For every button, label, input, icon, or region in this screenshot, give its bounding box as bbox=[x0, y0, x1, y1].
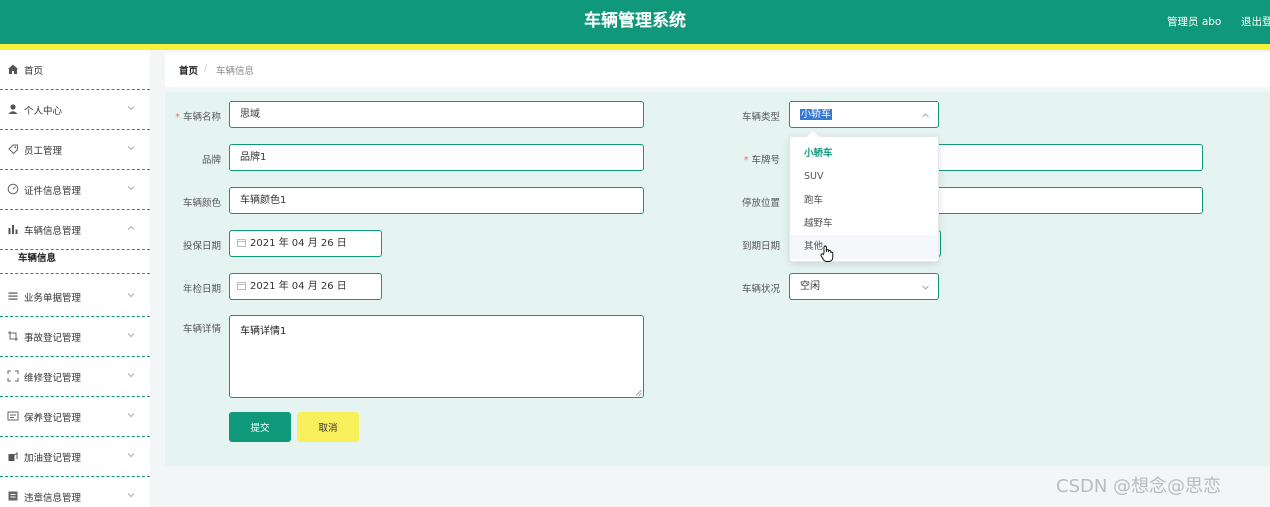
breadcrumb: 首页 / 车辆信息 bbox=[165, 52, 1270, 87]
sidebar-item-label: 个人中心 bbox=[24, 106, 63, 117]
brand-label: 品牌 bbox=[201, 155, 221, 166]
menu-icon bbox=[8, 292, 18, 300]
message-icon bbox=[7, 411, 19, 421]
vehicle-type-dropdown: 小轿车 SUV 跑车 越野车 其他 bbox=[789, 128, 939, 262]
tag-icon bbox=[8, 144, 18, 155]
expire-date-label: 到期日期 bbox=[741, 241, 780, 252]
insure-date-value: 2021 年 04 月 26 日 bbox=[250, 238, 347, 249]
vehicle-status-value: 空闲 bbox=[800, 281, 820, 292]
breadcrumb-current: 车辆信息 bbox=[216, 66, 255, 77]
sidebar-item-certificates[interactable]: 证件信息管理 bbox=[0, 170, 150, 210]
resize-handle-icon[interactable] bbox=[635, 389, 642, 396]
inspect-date-label: 年检日期 bbox=[182, 284, 221, 295]
vehicle-detail-value: 车辆详情1 bbox=[240, 326, 287, 337]
breadcrumb-home[interactable]: 首页 bbox=[179, 63, 198, 77]
fuel-icon bbox=[8, 451, 18, 461]
dropdown-option-sports-car[interactable]: 跑车 bbox=[790, 189, 938, 213]
brand-input[interactable]: 品牌1 bbox=[229, 144, 644, 171]
chevron-down-icon bbox=[127, 293, 135, 298]
watermark: CSDN @想念@思恋 bbox=[1056, 476, 1222, 497]
header-accent-strip bbox=[0, 44, 1270, 50]
chevron-down-icon bbox=[127, 453, 135, 458]
vehicle-type-value: 小轿车 bbox=[800, 109, 832, 120]
list-icon bbox=[8, 491, 18, 501]
insure-date-picker[interactable]: 2021 年 04 月 26 日 bbox=[229, 230, 382, 257]
vehicle-type-select[interactable]: 小轿车 bbox=[789, 101, 939, 128]
inspect-date-picker[interactable]: 2021 年 04 月 26 日 bbox=[229, 273, 382, 300]
gauge-icon bbox=[7, 183, 19, 195]
vehicle-name-label: * 车辆名称 bbox=[175, 112, 221, 123]
vehicle-status-label: 车辆状况 bbox=[741, 284, 780, 295]
chevron-up-icon bbox=[922, 113, 929, 118]
calendar-icon bbox=[237, 282, 246, 290]
sidebar-subitem-label: 车辆信息 bbox=[18, 253, 57, 264]
chevron-down-icon bbox=[127, 106, 135, 111]
insure-date-label: 投保日期 bbox=[182, 241, 221, 252]
chart-icon bbox=[8, 225, 18, 234]
plate-number-label: * 车牌号 bbox=[743, 155, 780, 166]
sidebar-item-profile[interactable]: 个人中心 bbox=[0, 90, 150, 130]
sidebar-item-label: 首页 bbox=[24, 66, 44, 77]
fullscreen-icon bbox=[7, 370, 19, 382]
sidebar-item-label: 证件信息管理 bbox=[24, 186, 82, 197]
sidebar-item-repairs[interactable]: 维修登记管理 bbox=[0, 357, 150, 397]
vehicle-color-input[interactable]: 车辆颜色1 bbox=[229, 187, 644, 214]
chevron-down-icon bbox=[127, 146, 135, 151]
sidebar-item-label: 车辆信息管理 bbox=[24, 226, 82, 237]
sidebar-subitem-vehicle-info[interactable]: 车辆信息 bbox=[0, 240, 150, 274]
vehicle-type-label: 车辆类型 bbox=[741, 112, 780, 123]
sidebar-item-staff[interactable]: 员工管理 bbox=[0, 130, 150, 170]
sidebar-item-accidents[interactable]: 事故登记管理 bbox=[0, 317, 150, 357]
chevron-down-icon bbox=[127, 333, 135, 338]
chevron-down-icon bbox=[922, 285, 929, 290]
vehicle-detail-textarea[interactable]: 车辆详情1 bbox=[229, 315, 644, 398]
app-title: 车辆管理系统 bbox=[584, 11, 686, 31]
hand-cursor-icon bbox=[820, 245, 834, 262]
dropdown-option-sedan[interactable]: 小轿车 bbox=[790, 142, 938, 166]
submit-button[interactable]: 提交 bbox=[229, 412, 291, 442]
chevron-down-icon bbox=[127, 413, 135, 418]
chevron-down-icon bbox=[127, 373, 135, 378]
sidebar-item-label: 违章信息管理 bbox=[24, 493, 82, 504]
sidebar-item-label: 保养登记管理 bbox=[24, 413, 82, 424]
cancel-button[interactable]: 取消 bbox=[297, 412, 359, 442]
sidebar-item-label: 业务单据管理 bbox=[24, 293, 82, 304]
chevron-up-icon bbox=[127, 225, 135, 230]
vehicle-detail-label: 车辆详情 bbox=[182, 324, 221, 335]
home-icon bbox=[8, 64, 18, 74]
sidebar-item-home[interactable]: 首页 bbox=[0, 50, 150, 90]
sidebar-item-fuel[interactable]: 加油登记管理 bbox=[0, 437, 150, 477]
sidebar-item-label: 事故登记管理 bbox=[24, 333, 82, 344]
sidebar-item-violations[interactable]: 违章信息管理 bbox=[0, 477, 150, 507]
vehicle-status-select[interactable]: 空闲 bbox=[789, 273, 939, 300]
inspect-date-value: 2021 年 04 月 26 日 bbox=[250, 281, 347, 292]
dropdown-option-other[interactable]: 其他 bbox=[790, 235, 938, 259]
dropdown-option-suv[interactable]: SUV bbox=[790, 165, 938, 189]
sidebar-item-label: 维修登记管理 bbox=[24, 373, 82, 384]
sidebar: 首页 个人中心 员工管理 证件信息管理 车辆信息管理 车辆信息 业务单据管理 事… bbox=[0, 50, 150, 507]
parking-location-label: 停放位置 bbox=[741, 198, 780, 209]
calendar-icon bbox=[237, 239, 246, 247]
chevron-down-icon bbox=[127, 493, 135, 498]
breadcrumb-separator: / bbox=[204, 63, 208, 74]
user-icon bbox=[8, 104, 18, 114]
logout-link[interactable]: 退出登录 bbox=[1241, 14, 1270, 29]
sidebar-item-label: 加油登记管理 bbox=[24, 453, 82, 464]
crop-icon bbox=[8, 331, 18, 341]
chevron-down-icon bbox=[127, 186, 135, 191]
vehicle-name-input[interactable]: 思域 bbox=[229, 101, 644, 128]
sidebar-item-documents[interactable]: 业务单据管理 bbox=[0, 277, 150, 317]
sidebar-item-maintenance[interactable]: 保养登记管理 bbox=[0, 397, 150, 437]
sidebar-item-label: 员工管理 bbox=[24, 146, 63, 157]
vehicle-color-label: 车辆颜色 bbox=[182, 198, 221, 209]
dropdown-option-offroad[interactable]: 越野车 bbox=[790, 212, 938, 236]
admin-user-label: 管理员 abo bbox=[1167, 16, 1222, 28]
